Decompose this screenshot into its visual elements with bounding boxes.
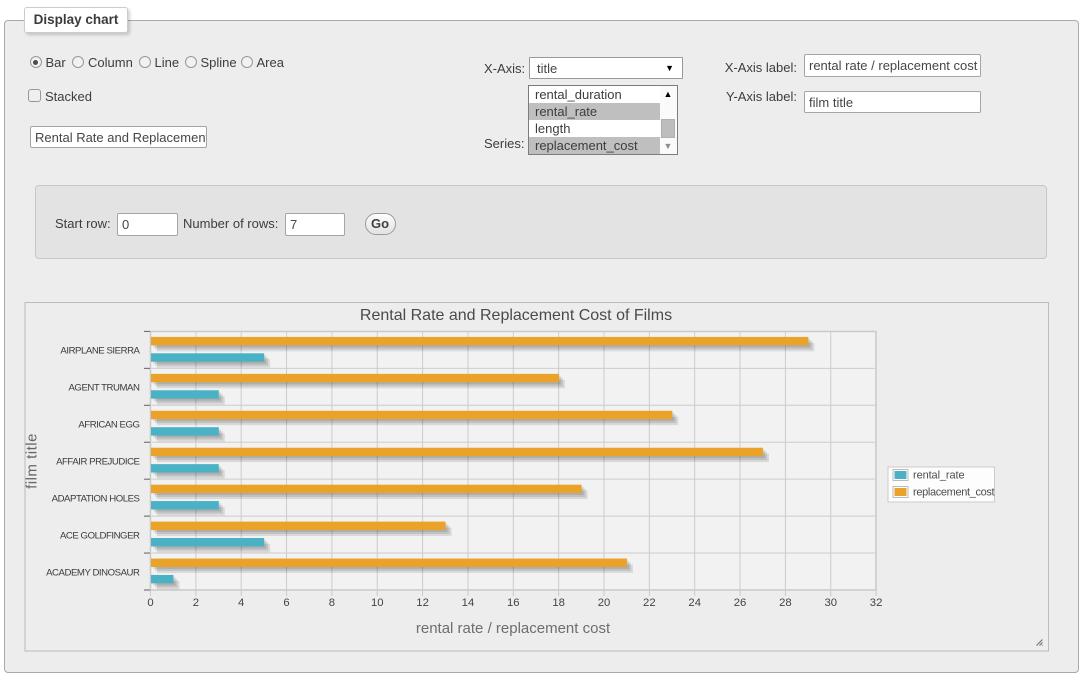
svg-text:4: 4 [238,597,244,609]
svg-text:AFFAIR PREJUDICE: AFFAIR PREJUDICE [56,457,139,468]
svg-text:AFRICAN EGG: AFRICAN EGG [78,420,139,431]
svg-text:ACADEMY DINOSAUR: ACADEMY DINOSAUR [46,567,140,578]
svg-text:30: 30 [824,597,837,609]
svg-text:Rental Rate and Replacement Co: Rental Rate and Replacement Cost of Film… [360,307,672,324]
svg-text:film title: film title [24,433,41,489]
svg-text:rental_rate: rental_rate [913,470,965,482]
svg-text:28: 28 [779,597,792,609]
svg-text:AIRPLANE SIERRA: AIRPLANE SIERRA [60,346,140,357]
svg-text:8: 8 [329,597,335,609]
svg-text:18: 18 [552,597,565,609]
svg-text:rental rate / replacement cost: rental rate / replacement cost [416,620,611,637]
svg-text:14: 14 [462,597,475,609]
svg-text:ACE GOLDFINGER: ACE GOLDFINGER [60,530,140,541]
svg-text:32: 32 [870,597,883,609]
svg-text:0: 0 [147,597,153,609]
svg-text:22: 22 [643,597,656,609]
svg-text:2: 2 [193,597,199,609]
svg-text:replacement_cost: replacement_cost [913,487,995,499]
svg-text:12: 12 [416,597,429,609]
svg-text:26: 26 [734,597,747,609]
svg-text:20: 20 [598,597,611,609]
svg-text:24: 24 [688,597,701,609]
svg-text:6: 6 [283,597,289,609]
svg-text:AGENT TRUMAN: AGENT TRUMAN [68,383,140,394]
svg-text:10: 10 [371,597,384,609]
svg-text:16: 16 [507,597,520,609]
svg-text:ADAPTATION HOLES: ADAPTATION HOLES [52,493,140,504]
